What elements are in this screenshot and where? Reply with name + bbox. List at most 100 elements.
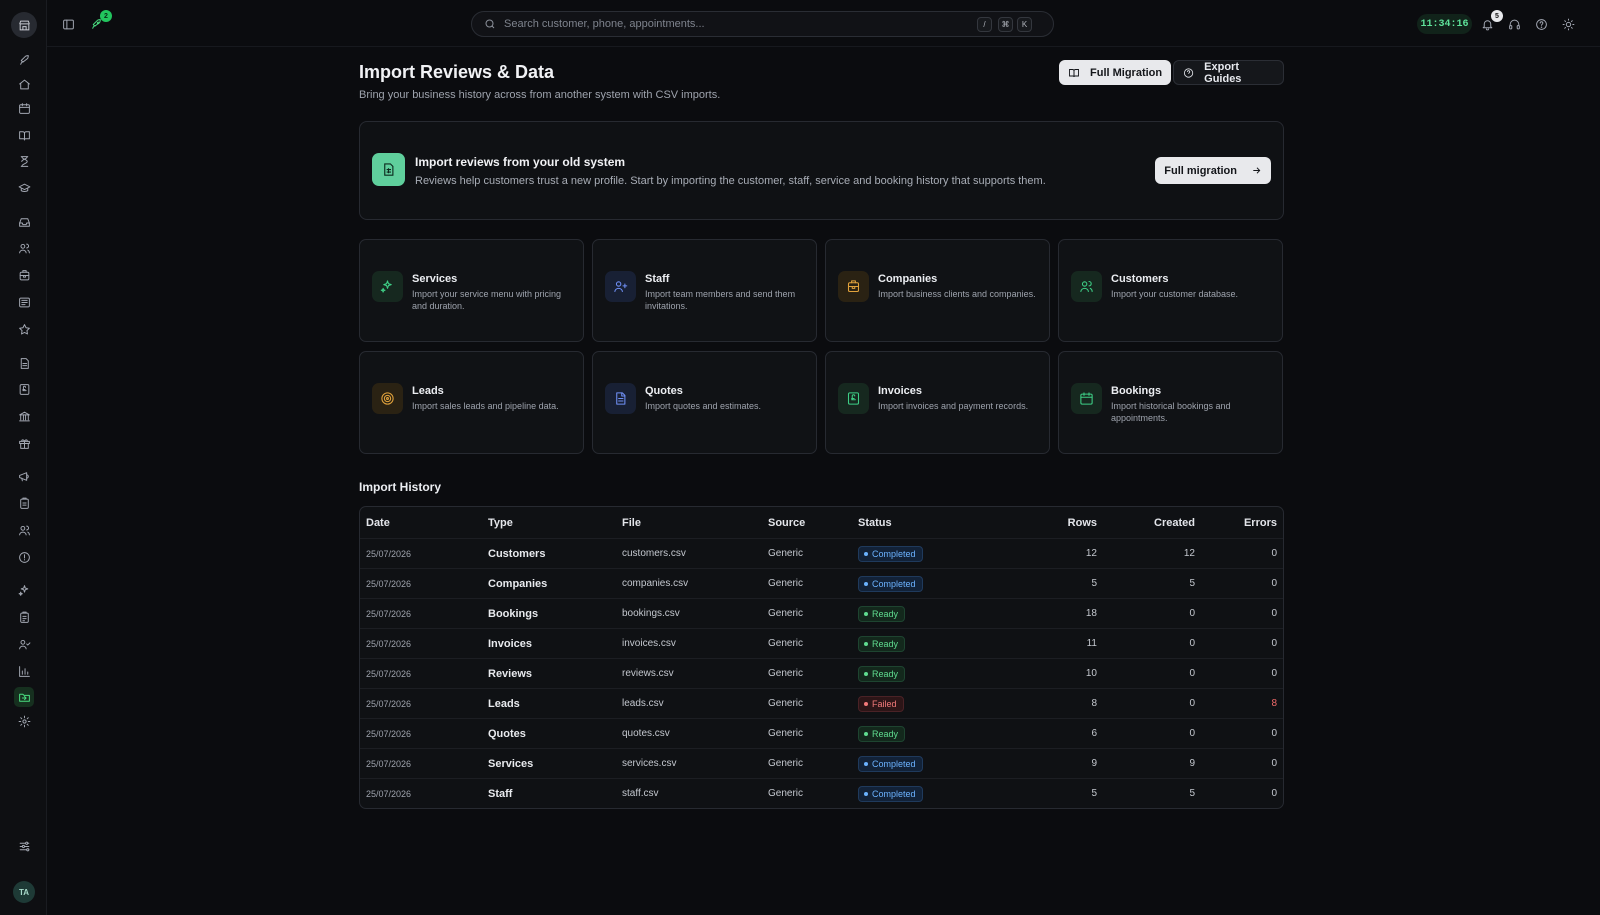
file-icon[interactable] [14,353,34,373]
status-cell: Completed [858,779,978,808]
sliders-icon[interactable] [14,836,34,856]
home-icon[interactable] [14,74,34,94]
file-spreadsheet-icon [372,153,405,186]
newspaper-icon[interactable] [14,292,34,312]
table-row[interactable]: 25/07/2026 Customers customers.csv Generic C… [360,538,1283,568]
card-description: Import business clients and companies. [878,289,1036,299]
cell-type: Reviews [488,667,533,680]
cell-source: Generic [768,758,804,769]
star-icon[interactable] [14,319,34,339]
table-row[interactable]: 25/07/2026 Staff staff.csv Generic Completed… [360,778,1283,808]
book-icon[interactable] [14,125,34,145]
clipboard-list-icon[interactable] [14,607,34,627]
status-badge: Completed [858,755,923,772]
cell-created: 0 [1189,668,1195,679]
import-card-bookings[interactable]: Bookings Import historical bookings and a… [1058,351,1283,454]
help-icon[interactable] [1531,14,1551,34]
cell-errors: 0 [1271,548,1277,559]
cell-errors: 0 [1271,578,1277,589]
table-row[interactable]: 25/07/2026 Bookings bookings.csv Generic Rea… [360,598,1283,628]
cell-file: invoices.csv [622,638,676,649]
clipboard-icon[interactable] [14,493,34,513]
cell-rows: 6 [1091,728,1097,739]
status-badge: Ready [858,665,906,682]
settings-icon[interactable] [14,711,34,731]
cell-type: Companies [488,577,548,590]
avatar-initials: TA [18,887,30,897]
cell-rows: 11 [1086,638,1097,649]
table-row[interactable]: 25/07/2026 Invoices invoices.csv Generic Rea… [360,628,1283,658]
table-row[interactable]: 25/07/2026 Services services.csv Generic Com… [360,748,1283,778]
card-description: Import team members and send them invita… [645,289,796,311]
import-card-quotes[interactable]: Quotes Import quotes and estimates. [592,351,817,454]
cell-file: reviews.csv [622,668,674,679]
status-cell: Failed [858,689,978,718]
building-icon[interactable] [14,265,34,285]
table-row[interactable]: 25/07/2026 Leads leads.csv Generic Failed 8 0 8 [360,688,1283,718]
import-card-companies[interactable]: Companies Import business clients and com… [825,239,1050,342]
import-card-leads[interactable]: Leads Import sales leads and pipeline dat… [359,351,584,454]
bar-chart-icon[interactable] [14,661,34,681]
alert-circle-icon[interactable] [14,547,34,567]
import-card-invoices[interactable]: Invoices Import invoices and payment reco… [825,351,1050,454]
cell-created: 5 [1189,788,1195,799]
table-row[interactable]: 25/07/2026 Reviews reviews.csv Generic Ready… [360,658,1283,688]
rocket-icon[interactable] [14,50,34,70]
sidebar-toggle-icon[interactable] [58,14,78,34]
column-header-status[interactable]: Status [858,507,978,538]
avatar[interactable]: TA [13,881,35,903]
card-description: Import quotes and estimates. [645,401,762,411]
megaphone-icon[interactable] [14,466,34,486]
calendar-icon[interactable] [14,98,34,118]
import-card-services[interactable]: Services Import your service menu with pr… [359,239,584,342]
store-logo-icon[interactable] [11,12,37,38]
clock: 11:34:16 [1417,14,1472,34]
bell-icon[interactable]: 5 [1477,10,1503,34]
users-icon[interactable] [14,238,34,258]
column-header-created[interactable]: Created [1105,507,1195,538]
full-migration-button[interactable]: Full Migration [1059,60,1172,85]
calendar-icon [1071,383,1102,414]
column-header-errors[interactable]: Errors [1187,507,1277,538]
import-reviews-banner: Import reviews from your old system Revi… [359,121,1284,220]
banner-full-migration-button[interactable]: Full migration [1155,157,1271,184]
graduation-cap-icon[interactable] [14,178,34,198]
landmark-icon[interactable] [14,406,34,426]
cell-errors: 0 [1271,668,1277,679]
cell-rows: 10 [1085,668,1097,679]
hourglass-icon[interactable] [14,151,34,171]
import-card-staff[interactable]: Staff Import team members and send them i… [592,239,817,342]
card-description: Import historical bookings and appointme… [1111,401,1231,423]
column-header-type[interactable]: Type [488,507,608,538]
card-description: Import sales leads and pipeline data. [412,401,559,411]
table-row[interactable]: 25/07/2026 Quotes quotes.csv Generic Ready 6 0… [360,718,1283,748]
cell-file: quotes.csv [622,728,670,739]
search-input[interactable]: Search customer, phone, appointments... … [471,11,1054,37]
headset-icon[interactable] [1504,14,1524,34]
column-header-file[interactable]: File [622,507,762,538]
user-check-icon[interactable] [14,634,34,654]
building-icon [838,271,869,302]
gift-icon[interactable] [14,433,34,453]
file-text-icon [605,383,636,414]
sparkles-icon[interactable] [14,580,34,600]
sun-icon[interactable] [1558,14,1578,34]
inbox-icon[interactable] [14,212,34,232]
cell-file: customers.csv [622,548,686,559]
import-card-customers[interactable]: Customers Import your customer database. [1058,239,1283,342]
rocket-icon[interactable]: 2 [86,10,112,34]
export-guides-label: Export Guides [1204,60,1242,85]
cell-created: 0 [1189,728,1195,739]
folder-import-icon[interactable] [14,687,34,707]
receipt-pound-icon[interactable] [14,379,34,399]
table-row[interactable]: 25/07/2026 Companies companies.csv Generic C… [360,568,1283,598]
column-header-rows[interactable]: Rows [1007,507,1097,538]
kbd-k: K [1017,17,1032,32]
column-header-source[interactable]: Source [768,507,848,538]
status-badge: Failed [858,695,904,712]
users-icon[interactable] [14,520,34,540]
column-header-date[interactable]: Date [366,507,476,538]
export-guides-button[interactable]: Export Guides [1173,60,1284,85]
card-title: Companies [878,273,938,285]
status-cell: Completed [858,749,978,778]
